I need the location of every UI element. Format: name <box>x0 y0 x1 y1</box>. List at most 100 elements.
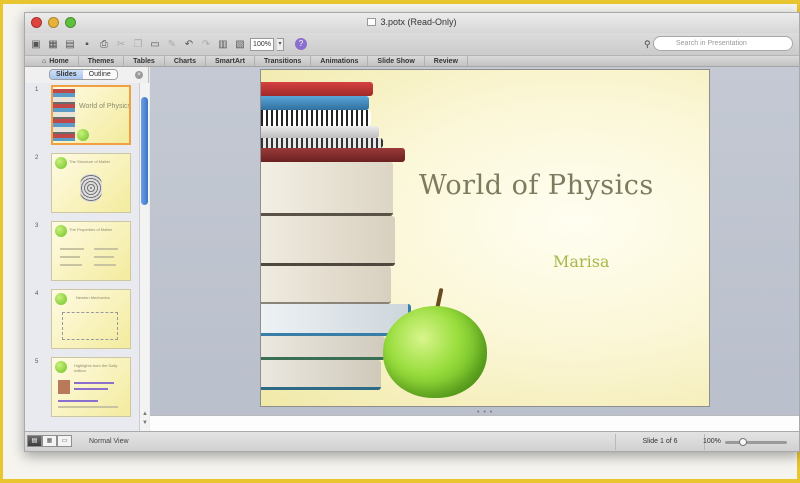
text-line <box>94 264 116 266</box>
apple-image <box>55 225 67 237</box>
slide-thumbnail[interactable]: World of Physics <box>51 85 131 145</box>
book <box>261 162 393 216</box>
thumbnail-title: The Structure of Matter <box>69 159 111 164</box>
search-input[interactable]: ⚲ Search in Presentation <box>644 36 793 51</box>
tab-animations[interactable]: Animations <box>311 56 369 66</box>
zoom-dropdown-arrow[interactable]: ▾ <box>277 37 284 51</box>
text-line <box>74 388 108 390</box>
standard-toolbar: ▣ ▦ ▤ ▪ ⎙ ✂ ❐ ▭ ✎ ↶ ↷ ▥ ▧ 100% ▾ ? ⚲ Sea… <box>25 33 799 55</box>
normal-view-icon[interactable]: ▤ <box>27 435 42 447</box>
window-title: 3.potx (Read-Only) <box>380 17 457 27</box>
slide-thumbnail[interactable]: Highlights from the Daily edition <box>51 357 131 417</box>
slides-tab[interactable]: Slides <box>50 70 83 79</box>
document-icon <box>367 18 377 26</box>
apple-image <box>55 293 67 305</box>
tab-smartart[interactable]: SmartArt <box>206 56 255 66</box>
zoom-field[interactable]: 100% <box>250 37 274 51</box>
text-line <box>74 382 114 384</box>
slide-number: 1 <box>35 87 39 93</box>
slide-show-icon[interactable]: ▭ <box>57 435 72 447</box>
slide-indicator: Slide 1 of 6 <box>615 434 705 450</box>
tab-charts[interactable]: Charts <box>165 56 206 66</box>
slide-canvas[interactable]: World of Physics Marisa <box>260 69 710 407</box>
thumbnail-title: World of Physics <box>79 103 131 110</box>
text-line <box>58 406 118 408</box>
thumbnail-scrollbar[interactable]: ▲ ▼ <box>139 83 149 431</box>
close-pane-icon[interactable]: × <box>135 71 143 79</box>
tab-transitions[interactable]: Transitions <box>255 56 312 66</box>
copy-icon[interactable]: ❐ <box>131 37 145 51</box>
book <box>261 96 369 110</box>
slides-pane: Slides Outline × 1 World of Physics 2 Th… <box>25 67 149 431</box>
zoom-slider[interactable] <box>725 438 787 446</box>
book <box>261 148 405 162</box>
open-icon[interactable]: ▤ <box>63 37 77 51</box>
tab-review[interactable]: Review <box>425 56 468 66</box>
slide-number: 5 <box>35 359 39 365</box>
slide-thumbnail[interactable]: The Properties of Matter <box>51 221 131 281</box>
app-window: 3.potx (Read-Only) ▣ ▦ ▤ ▪ ⎙ ✂ ❐ ▭ ✎ ↶ ↷… <box>24 12 800 452</box>
slide-title[interactable]: World of Physics <box>419 170 709 201</box>
text-line <box>60 264 82 266</box>
print-icon[interactable]: ⎙ <box>97 37 111 51</box>
scrollbar-thumb[interactable] <box>141 97 148 205</box>
slide-thumbnail[interactable]: The Structure of Matter <box>51 153 131 213</box>
zoom-label: 100% <box>703 438 721 445</box>
book <box>261 360 381 390</box>
outline-tab[interactable]: Outline <box>82 70 117 79</box>
scroll-up-icon[interactable]: ▲ <box>140 411 150 417</box>
book <box>261 138 383 148</box>
slide-sorter-icon[interactable]: ▦ <box>42 435 57 447</box>
text-line <box>60 256 80 258</box>
gallery-icon[interactable]: ▧ <box>233 37 247 51</box>
search-icon[interactable]: ⚲ <box>644 38 651 51</box>
book <box>261 126 379 138</box>
slide-thumbnail-row[interactable]: 2 The Structure of Matter <box>25 153 139 217</box>
format-icon[interactable]: ✎ <box>165 37 179 51</box>
book <box>261 82 373 96</box>
status-bar: ▤ ▦ ▭ Normal View Slide 1 of 6 100% <box>25 431 799 451</box>
scroll-down-icon[interactable]: ▼ <box>140 420 150 426</box>
notes-pane[interactable] <box>150 415 799 431</box>
tab-tables[interactable]: Tables <box>124 56 165 66</box>
text-line <box>94 248 118 250</box>
tab-home[interactable]: ⌂ Home <box>33 56 79 66</box>
view-label: Normal View <box>89 438 129 445</box>
redo-icon[interactable]: ↷ <box>199 37 213 51</box>
diagram-image <box>80 174 102 202</box>
tab-themes[interactable]: Themes <box>79 56 125 66</box>
templates-icon[interactable]: ▦ <box>46 37 60 51</box>
slide-thumbnail-row[interactable]: 4 Newton Mechanics <box>25 289 139 353</box>
slide-number: 4 <box>35 291 39 297</box>
slide-thumbnail-row[interactable]: 5 Highlights from the Daily edition <box>25 357 139 421</box>
undo-icon[interactable]: ↶ <box>182 37 196 51</box>
slide-thumbnail-row[interactable]: 3 The Properties of Matter <box>25 221 139 285</box>
apple-image <box>55 157 67 169</box>
text-line <box>94 256 114 258</box>
search-placeholder: Search in Presentation <box>676 40 747 47</box>
book <box>261 336 385 360</box>
apple-image <box>55 361 67 373</box>
books-image <box>53 89 75 141</box>
paste-icon[interactable]: ▭ <box>148 37 162 51</box>
new-icon[interactable]: ▣ <box>29 37 43 51</box>
slide-number: 3 <box>35 223 39 229</box>
media-icon[interactable]: ▥ <box>216 37 230 51</box>
thumbnail-list: 1 World of Physics 2 The Structure of Ma… <box>25 83 139 431</box>
apple-image <box>77 129 89 141</box>
slide-subtitle[interactable]: Marisa <box>553 252 609 271</box>
tab-slide-show[interactable]: Slide Show <box>368 56 425 66</box>
slide-thumbnail-row[interactable]: 1 World of Physics <box>25 85 139 149</box>
help-icon[interactable]: ? <box>295 38 307 50</box>
title-bar: 3.potx (Read-Only) <box>25 13 799 33</box>
slide-editor: World of Physics Marisa • • • <box>150 67 799 431</box>
save-icon[interactable]: ▪ <box>80 37 94 51</box>
text-line <box>58 400 98 402</box>
apple-image <box>383 306 487 398</box>
cut-icon[interactable]: ✂ <box>114 37 128 51</box>
ribbon-tabs: ⌂ Home Themes Tables Charts SmartArt Tran… <box>25 55 799 67</box>
slide-thumbnail[interactable]: Newton Mechanics <box>51 289 131 349</box>
book <box>261 216 395 266</box>
thumbnail-title: Highlights from the Daily edition <box>74 363 118 373</box>
zoom-slider-knob[interactable] <box>738 438 747 446</box>
